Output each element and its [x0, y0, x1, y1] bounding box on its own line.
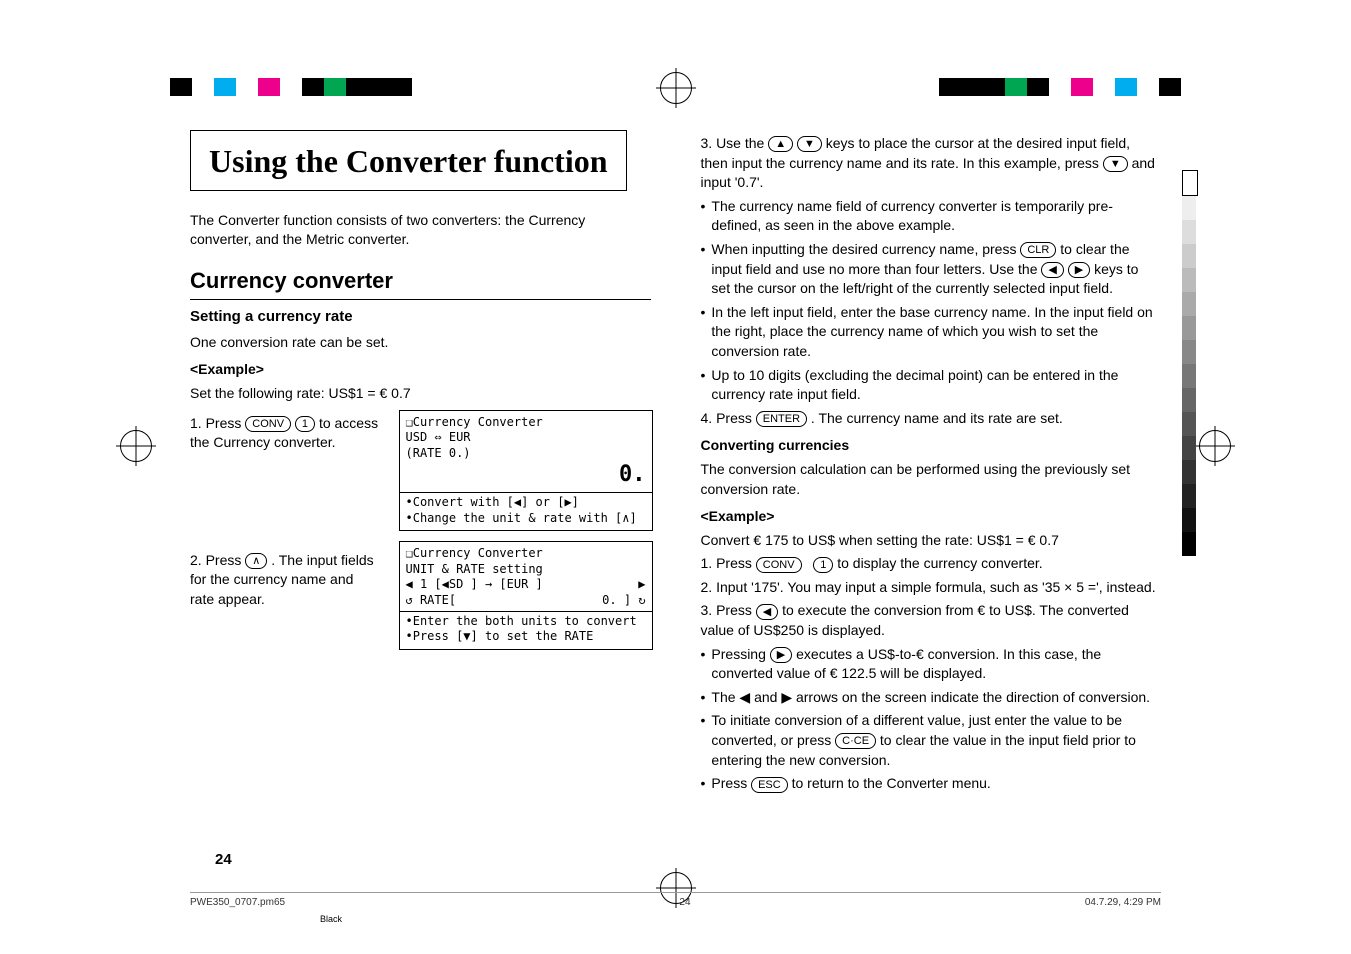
key-caret-up-icon: ∧ [245, 553, 267, 569]
footer-filename: PWE350_0707.pm65 [190, 897, 285, 908]
cb1a: Pressing [711, 646, 769, 662]
conv-step-3: 3. Press ◀ to execute the conversion fro… [701, 601, 1162, 640]
conv-step-2: 2. Input '175'. You may input a simple f… [701, 578, 1162, 598]
key-conv-icon: CONV [245, 416, 291, 432]
key-right-arrow-icon: ▶ [1068, 262, 1090, 278]
step2-prefix: 2. Press [190, 552, 245, 568]
lcd2-line2: UNIT & RATE setting [406, 562, 646, 578]
example-label-1: <Example> [190, 360, 651, 380]
conv-step-1: 1. Press CONV 1 to display the currency … [701, 554, 1162, 574]
lcd1-big-value: 0. [406, 461, 646, 490]
example-label-2: <Example> [701, 507, 1162, 527]
c3a: 3. Press [701, 602, 756, 618]
page-title: Using the Converter function [209, 143, 608, 179]
conv-intro: The conversion calculation can be perfor… [701, 460, 1162, 499]
lcd1-hint2: •Change the unit & rate with [∧] [406, 511, 646, 527]
b3-text: In the left input field, enter the base … [711, 303, 1161, 362]
setting-line: One conversion rate can be set. [190, 333, 651, 353]
key-right-arrow-icon-2: ▶ [770, 647, 792, 663]
heading-setting-rate: Setting a currency rate [190, 306, 651, 327]
key-1-icon-2: 1 [813, 557, 833, 573]
conv-bullet-2: The ◀ and ▶ arrows on the screen indicat… [701, 688, 1162, 708]
footer-info: PWE350_0707.pm65 24 04.7.29, 4:29 PM [190, 892, 1161, 908]
conv-bullet-1: Pressing ▶ executes a US$-to-€ conversio… [701, 645, 1162, 684]
conv-bullet-4: Press ESC to return to the Converter men… [701, 774, 1162, 794]
key-clr-icon: CLR [1020, 242, 1056, 258]
footer-page: 24 [679, 897, 690, 908]
step3-a: 3. Use the [701, 135, 769, 151]
c1b: to display the currency converter. [837, 555, 1042, 571]
b2a: When inputting the desired currency name… [711, 241, 1020, 257]
step-4: 4. Press ENTER . The currency name and i… [701, 409, 1162, 429]
key-down-arrow-icon: ▼ [797, 136, 822, 152]
set-rate-line: Set the following rate: US$1 = € 0.7 [190, 384, 651, 404]
footer-date: 04.7.29, 4:29 PM [1085, 897, 1161, 908]
intro-text: The Converter function consists of two c… [190, 211, 651, 250]
key-down-arrow-icon-2: ▼ [1103, 156, 1128, 172]
lcd2-right-arrow-icon: ▶ [638, 577, 645, 593]
color-row-right [939, 78, 1181, 96]
cb4a: Press [711, 775, 751, 791]
lcd1-line2: USD ⇔ EUR [406, 430, 646, 446]
bullet-3-4: Up to 10 digits (excluding the decimal p… [701, 366, 1162, 405]
lcd2-hint1: •Enter the both units to convert [406, 614, 646, 630]
step4a: 4. Press [701, 410, 756, 426]
b4-text: Up to 10 digits (excluding the decimal p… [711, 366, 1161, 405]
step-2: 2. Press ∧ . The input fields for the cu… [190, 551, 381, 610]
lcd2-line1: ❑Currency Converter [406, 546, 646, 562]
registration-mark-left-icon [120, 430, 152, 462]
key-cce-icon: C·CE [835, 733, 876, 749]
c2-text: 2. Input '175'. You may input a simple f… [701, 578, 1156, 598]
lcd2-hint2: •Press [▼] to set the RATE [406, 629, 646, 645]
c1a: 1. Press [701, 555, 756, 571]
page-content: Using the Converter function The Convert… [190, 130, 1161, 854]
step4b: . The currency name and its rate are set… [811, 410, 1063, 426]
key-enter-icon: ENTER [756, 411, 807, 427]
title-box: Using the Converter function [190, 130, 627, 191]
lcd-screenshot-2: ❑Currency Converter UNIT & RATE setting … [399, 541, 653, 650]
cb4b: to return to the Converter menu. [792, 775, 991, 791]
key-left-arrow-icon-2: ◀ [756, 604, 778, 620]
grayscale-strip [1182, 170, 1196, 556]
lcd-screenshot-1: ❑Currency Converter USD ⇔ EUR (RATE 0.) … [399, 410, 653, 532]
color-row-left [170, 78, 412, 96]
key-left-arrow-icon: ◀ [1041, 262, 1063, 278]
registration-mark-top-icon [660, 72, 692, 104]
lcd1-line3: (RATE 0.) [406, 446, 646, 462]
conv-bullet-3: To initiate conversion of a different va… [701, 711, 1162, 770]
key-1-icon: 1 [295, 416, 315, 432]
lcd2-line3: ◀ 1 [◀SD ] → [EUR ] [406, 577, 543, 593]
bullet-3-1: The currency name field of currency conv… [701, 197, 1162, 236]
lcd2-rate-label: ↺ RATE[ [406, 593, 457, 609]
lcd1-line1: ❑Currency Converter [406, 415, 646, 431]
bullet-3-1-text: The currency name field of currency conv… [711, 197, 1161, 236]
key-conv-icon-2: CONV [756, 557, 802, 573]
example2-line: Convert € 175 to US$ when setting the ra… [701, 531, 1162, 551]
lcd2-rate-value: 0. ] ↻ [602, 593, 645, 609]
step1-prefix: 1. Press [190, 415, 245, 431]
page-number: 24 [215, 851, 232, 868]
cb2-text: The ◀ and ▶ arrows on the screen indicat… [711, 688, 1150, 708]
left-column: Using the Converter function The Convert… [190, 130, 651, 854]
step-1: 1. Press CONV 1 to access the Currency c… [190, 414, 381, 453]
bullet-3-3: In the left input field, enter the base … [701, 303, 1162, 362]
step-3: 3. Use the ▲ ▼ keys to place the cursor … [701, 134, 1162, 193]
key-up-arrow-icon: ▲ [768, 136, 793, 152]
heading-converting-currencies: Converting currencies [701, 436, 1162, 456]
heading-currency-converter: Currency converter [190, 266, 651, 300]
right-column: 3. Use the ▲ ▼ keys to place the cursor … [701, 130, 1162, 854]
lcd1-hint1: •Convert with [◀] or [▶] [406, 495, 646, 511]
key-esc-icon: ESC [751, 777, 788, 793]
bullet-3-2: When inputting the desired currency name… [701, 240, 1162, 299]
footer-black-label: Black [320, 914, 342, 924]
registration-mark-right-icon [1199, 430, 1231, 462]
